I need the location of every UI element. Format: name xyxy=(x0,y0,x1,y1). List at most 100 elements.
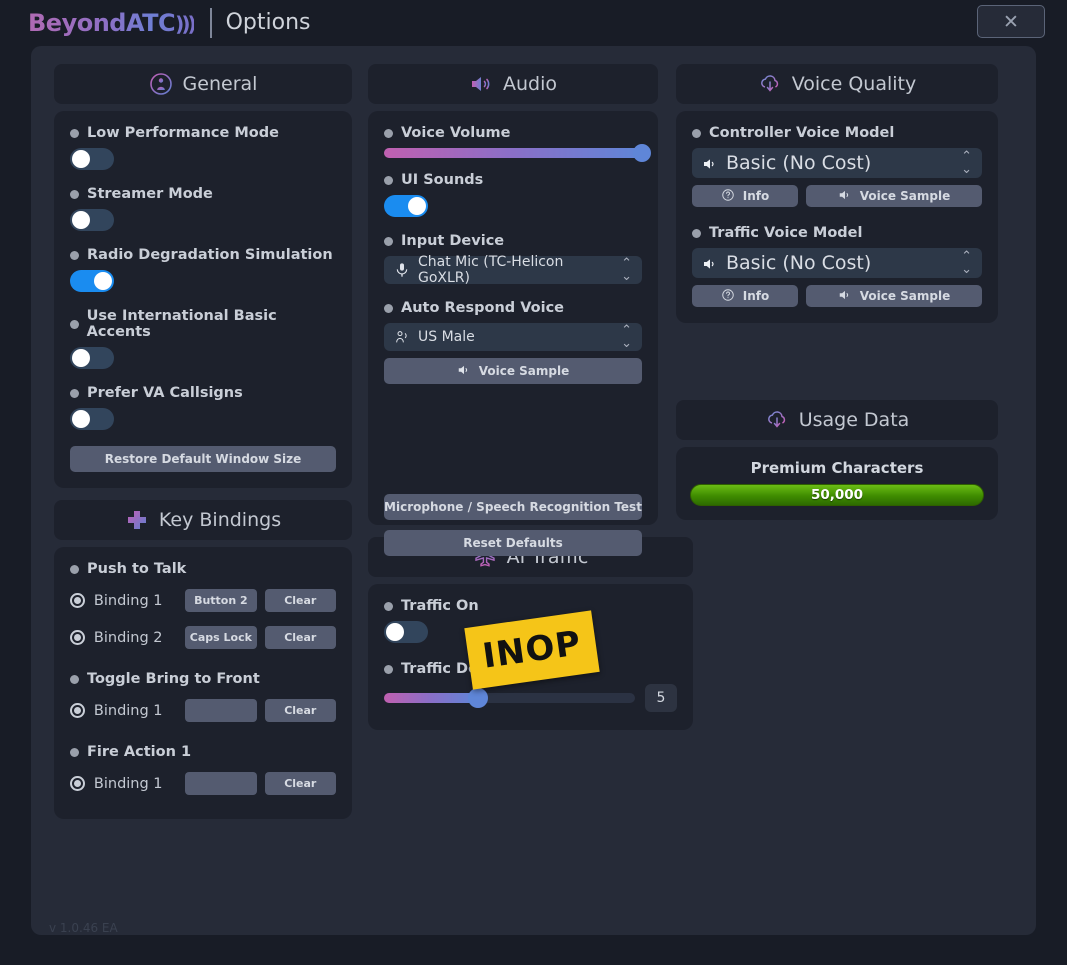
chevron-updown-icon: ⌃ ⌄ xyxy=(961,149,972,177)
binding-label: Binding 1 xyxy=(93,775,163,792)
reset-defaults-label: Reset Defaults xyxy=(463,536,563,550)
traffic-on-label-row: Traffic On xyxy=(384,598,677,614)
ui-sounds-toggle[interactable] xyxy=(384,195,428,217)
voice-quality-column: Voice Quality Controller Voice Model Bas… xyxy=(676,64,998,520)
voice-quality-panel: Controller Voice Model Basic (No Cost) ⌃… xyxy=(676,111,998,323)
auto-respond-voice-label: Auto Respond Voice xyxy=(401,300,564,316)
group-title-label: Fire Action 1 xyxy=(87,744,192,760)
ui-sounds-label-row: UI Sounds xyxy=(384,172,642,188)
binding-clear-button[interactable]: Clear xyxy=(264,626,336,649)
restore-button-label: Restore Default Window Size xyxy=(104,452,302,466)
radio-icon[interactable] xyxy=(70,703,85,718)
bullet-icon xyxy=(384,236,393,246)
setting-label: Streamer Mode xyxy=(87,186,213,202)
binding-key-button[interactable]: Caps Lock xyxy=(185,626,257,649)
bullet-icon xyxy=(70,747,79,757)
key-binding-group-push-to-talk-title: Push to Talk xyxy=(70,561,336,577)
slider-fill xyxy=(384,693,477,703)
radio-degradation-simulation-toggle[interactable] xyxy=(70,270,114,292)
auto-respond-voice-select[interactable]: US Male ⌃ ⌄ xyxy=(384,323,642,351)
radio-icon[interactable] xyxy=(70,593,85,608)
traffic-density-value: 5 xyxy=(645,684,677,712)
cloud-download-icon xyxy=(758,72,782,96)
auto-respond-voice-sample-button[interactable]: Voice Sample xyxy=(384,358,642,384)
key-binding-group-toggle-bring-to-front-title: Toggle Bring to Front xyxy=(70,671,336,687)
key-binding-row: Binding 1 Button 2 Clear xyxy=(70,589,336,612)
info-label: Info xyxy=(742,289,770,303)
use-international-basic-accents-toggle[interactable] xyxy=(70,347,114,369)
slider-thumb[interactable] xyxy=(633,144,651,162)
info-label: Info xyxy=(742,189,770,203)
auto-respond-voice-value: US Male xyxy=(418,329,475,345)
cloud-download-icon xyxy=(765,408,789,432)
radio-icon[interactable] xyxy=(70,630,85,645)
speaker-icon xyxy=(457,363,473,379)
group-title-label: Toggle Bring to Front xyxy=(87,671,260,687)
premium-characters-title: Premium Characters xyxy=(750,459,924,477)
voice-volume-slider[interactable] xyxy=(384,144,651,162)
ui-sounds-label: UI Sounds xyxy=(401,172,484,188)
traffic-density-slider[interactable] xyxy=(384,688,635,708)
binding-clear-button[interactable]: Clear xyxy=(264,772,336,795)
setting-prefer-va-callsigns: Prefer VA Callsigns xyxy=(70,385,336,430)
streamer-mode-label-row: Streamer Mode xyxy=(70,186,336,202)
toggle-knob xyxy=(72,410,90,428)
traffic-voice-model-label-row: Traffic Voice Model xyxy=(692,225,982,241)
input-device-select[interactable]: Chat Mic (TC-Helicon GoXLR) ⌃ ⌄ xyxy=(384,254,642,286)
question-circle-icon xyxy=(721,188,737,204)
input-device-label-row: Input Device xyxy=(384,233,642,249)
close-button[interactable]: ✕ xyxy=(977,5,1045,38)
radio-icon[interactable] xyxy=(70,776,85,791)
controller-voice-info-button[interactable]: Info xyxy=(692,185,798,207)
setting-radio-degradation-simulation: Radio Degradation Simulation xyxy=(70,247,336,292)
general-column: General Low Performance Mode Streamer Mo… xyxy=(54,64,352,819)
binding-clear-button[interactable]: Clear xyxy=(264,699,336,722)
setting-label: Prefer VA Callsigns xyxy=(87,385,243,401)
slider-thumb[interactable] xyxy=(467,688,488,708)
premium-characters-value: 50,000 xyxy=(810,487,864,503)
voice-person-icon xyxy=(394,329,410,345)
toggle-knob xyxy=(72,150,90,168)
traffic-voice-info-button[interactable]: Info xyxy=(692,285,798,307)
input-device-value: Chat Mic (TC-Helicon GoXLR) xyxy=(418,254,564,286)
traffic-on-toggle[interactable] xyxy=(384,621,428,643)
microphone-speech-recognition-test-button[interactable]: Microphone / Speech Recognition Test xyxy=(384,494,642,520)
voice-quality-header-label: Voice Quality xyxy=(791,73,917,95)
bullet-icon xyxy=(70,319,79,329)
person-circle-icon xyxy=(149,72,173,96)
voice-sample-label: Voice Sample xyxy=(859,289,951,303)
international-accents-label-row: Use International Basic Accents xyxy=(70,308,336,340)
key-bindings-panel: Push to Talk Binding 1 Button 2 Clear Bi… xyxy=(54,547,352,819)
key-binding-row: Binding 1 Clear xyxy=(70,772,336,795)
page-title: Options xyxy=(225,10,311,35)
setting-international-basic-accents: Use International Basic Accents xyxy=(70,308,336,369)
traffic-voice-sample-button[interactable]: Voice Sample xyxy=(806,285,982,307)
chevron-updown-icon: ⌃ ⌄ xyxy=(621,256,632,284)
binding-clear-button[interactable]: Clear xyxy=(264,589,336,612)
controller-voice-model-actions: Info Voice Sample xyxy=(692,185,982,207)
restore-default-window-size-button[interactable]: Restore Default Window Size xyxy=(70,446,336,472)
binding-label: Binding 2 xyxy=(93,629,163,646)
controller-voice-model-label-row: Controller Voice Model xyxy=(692,125,982,141)
controller-voice-model-select[interactable]: Basic (No Cost) ⌃ ⌄ xyxy=(692,148,982,178)
binding-key-button[interactable] xyxy=(185,772,257,795)
toggle-knob xyxy=(386,623,404,641)
low-performance-mode-toggle[interactable] xyxy=(70,148,114,170)
general-header-label: General xyxy=(182,73,258,95)
controller-voice-sample-button[interactable]: Voice Sample xyxy=(806,185,982,207)
voice-quality-section-header: Voice Quality xyxy=(676,64,998,104)
close-icon: ✕ xyxy=(1003,10,1019,33)
binding-key-button[interactable] xyxy=(185,699,257,722)
reset-defaults-button[interactable]: Reset Defaults xyxy=(384,530,642,556)
bullet-icon xyxy=(384,664,393,674)
traffic-voice-model-label: Traffic Voice Model xyxy=(709,225,863,241)
title-bar: BeyondATC))) Options ✕ xyxy=(0,0,1067,45)
streamer-mode-toggle[interactable] xyxy=(70,209,114,231)
mic-test-label: Microphone / Speech Recognition Test xyxy=(384,500,642,514)
binding-key-button[interactable]: Button 2 xyxy=(185,589,257,612)
traffic-voice-model-select[interactable]: Basic (No Cost) ⌃ ⌄ xyxy=(692,248,982,278)
binding-label: Binding 1 xyxy=(93,702,163,719)
traffic-density-row: 5 xyxy=(384,684,677,712)
prefer-va-callsigns-toggle[interactable] xyxy=(70,408,114,430)
slider-fill xyxy=(384,148,642,158)
